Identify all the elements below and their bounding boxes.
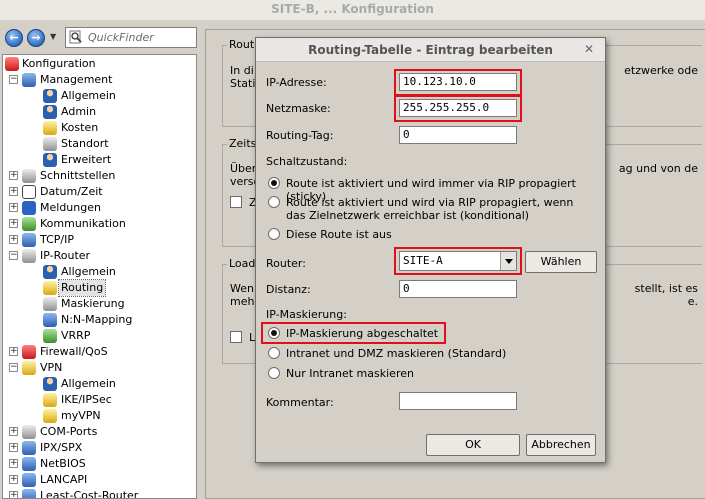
time-checkbox[interactable]	[230, 196, 242, 208]
ip-address-label: IP-Adresse:	[266, 76, 327, 89]
routing-icon	[43, 281, 57, 295]
collapse-icon[interactable]: −	[9, 251, 18, 260]
choose-router-button[interactable]: Wählen	[525, 251, 597, 273]
expand-icon[interactable]: +	[9, 443, 18, 452]
chevron-down-icon[interactable]	[500, 252, 516, 270]
netmask-field[interactable]: 255.255.255.0	[399, 99, 517, 117]
clock-icon	[22, 185, 36, 199]
comment-field[interactable]	[399, 392, 517, 410]
forward-icon[interactable]: →	[27, 29, 45, 47]
expand-icon[interactable]: +	[9, 427, 18, 436]
collapse-icon[interactable]: −	[9, 363, 18, 372]
quickfinder-placeholder: QuickFinder	[88, 31, 154, 44]
toolbar: ← → ▼ QuickFinder	[0, 26, 200, 52]
coins-icon	[43, 121, 57, 135]
load-checkbox[interactable]	[230, 331, 242, 343]
window-title: SITE-B, ... Konfiguration	[0, 0, 705, 20]
interfaces-icon	[22, 169, 36, 183]
expand-icon[interactable]: +	[9, 235, 18, 244]
state-sticky-radio[interactable]	[268, 177, 280, 189]
search-icon	[69, 30, 82, 44]
collapse-icon[interactable]: −	[9, 75, 18, 84]
person-icon	[43, 377, 57, 391]
masking-intranet-dmz-radio[interactable]	[268, 347, 280, 359]
masking-off-radio[interactable]	[268, 327, 280, 339]
state-conditional-label: Route ist aktiviert und wird via RIP pro…	[286, 196, 574, 222]
chevron-down-icon[interactable]: ▼	[50, 32, 56, 41]
expand-icon[interactable]: +	[9, 347, 18, 356]
location-icon	[43, 137, 57, 151]
quickfinder-input[interactable]: QuickFinder	[65, 27, 197, 48]
routing-tag-label: Routing-Tag:	[266, 129, 334, 142]
state-off-radio[interactable]	[268, 228, 280, 240]
config-tree[interactable]: Konfiguration − Management Allgemein Adm…	[2, 54, 197, 499]
close-icon[interactable]: ✕	[581, 41, 597, 57]
wrench-icon	[5, 57, 19, 71]
masking-intranet-radio[interactable]	[268, 367, 280, 379]
firewall-icon	[22, 345, 36, 359]
person-icon	[43, 153, 57, 167]
router-label: Router:	[266, 257, 306, 270]
expand-icon[interactable]: +	[9, 475, 18, 484]
expand-icon[interactable]: +	[9, 187, 18, 196]
back-icon[interactable]: ←	[5, 29, 23, 47]
key-icon	[43, 393, 57, 407]
distance-field[interactable]: 0	[399, 280, 517, 298]
dialog-title: Routing-Tabelle - Eintrag bearbeiten	[256, 38, 605, 62]
expand-icon[interactable]: +	[9, 491, 18, 498]
router-select-value: SITE-A	[403, 254, 443, 267]
network-icon	[22, 473, 36, 487]
ip-masking-label: IP-Maskierung:	[266, 308, 347, 321]
masking-intranet-dmz-label: Intranet und DMZ maskieren (Standard)	[286, 347, 507, 360]
masking-intranet-label: Nur Intranet maskieren	[286, 367, 414, 380]
state-label: Schaltzustand:	[266, 155, 348, 168]
expand-icon[interactable]: +	[9, 219, 18, 228]
routing-tag-field[interactable]: 0	[399, 126, 517, 144]
expand-icon[interactable]: +	[9, 171, 18, 180]
network-icon	[22, 233, 36, 247]
distance-label: Distanz:	[266, 283, 311, 296]
management-icon	[22, 73, 36, 87]
router-select[interactable]: SITE-A	[399, 251, 517, 271]
person-icon	[43, 265, 57, 279]
person-icon	[43, 105, 57, 119]
vrrp-icon	[43, 329, 57, 343]
person-icon	[43, 89, 57, 103]
network-icon	[22, 457, 36, 471]
state-off-label: Diese Route ist aus	[286, 228, 392, 241]
lock-icon	[22, 361, 36, 375]
masking-icon	[43, 297, 57, 311]
info-icon	[22, 201, 36, 215]
netmask-label: Netzmaske:	[266, 102, 331, 115]
ip-address-field[interactable]: 10.123.10.0	[399, 73, 517, 91]
mapping-icon	[43, 313, 57, 327]
expand-icon[interactable]: +	[9, 203, 18, 212]
network-icon	[22, 441, 36, 455]
routing-entry-dialog: Routing-Tabelle - Eintrag bearbeiten ✕ I…	[255, 37, 606, 463]
state-conditional-radio[interactable]	[268, 196, 280, 208]
masking-off-label: IP-Maskierung abgeschaltet	[286, 327, 439, 340]
network-icon	[22, 489, 36, 498]
cancel-button[interactable]: Abbrechen	[526, 434, 596, 456]
expand-icon[interactable]: +	[9, 459, 18, 468]
communication-icon	[22, 217, 36, 231]
key-icon	[43, 409, 57, 423]
comment-label: Kommentar:	[266, 396, 334, 409]
com-icon	[22, 425, 36, 439]
router-icon	[22, 249, 36, 263]
ok-button[interactable]: OK	[426, 434, 520, 456]
